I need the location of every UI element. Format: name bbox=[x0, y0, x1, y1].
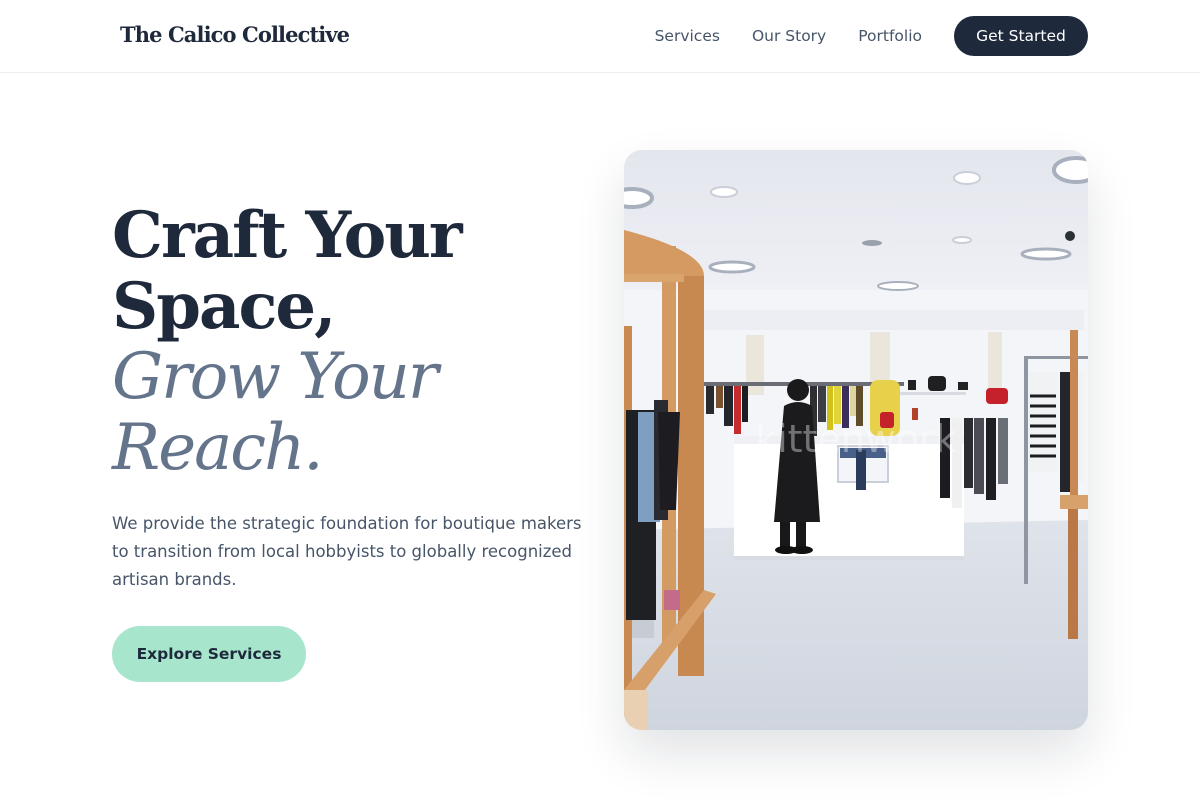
hero-store-photo: kittenwork bbox=[624, 150, 1088, 730]
hero-title-line-2: Space, bbox=[112, 269, 336, 344]
hero-description: We provide the strategic foundation for … bbox=[112, 514, 582, 589]
brand-logo[interactable]: The Calico Collective bbox=[120, 22, 350, 47]
get-started-button[interactable]: Get Started bbox=[954, 16, 1088, 56]
nav-link-our-story[interactable]: Our Story bbox=[752, 27, 826, 45]
image-watermark: kittenwork bbox=[755, 417, 957, 461]
explore-services-button[interactable]: Explore Services bbox=[112, 626, 306, 682]
hero-title-line-1: Craft Your bbox=[112, 198, 463, 273]
nav-link-portfolio[interactable]: Portfolio bbox=[858, 27, 922, 45]
nav-link-services[interactable]: Services bbox=[655, 27, 720, 45]
hero-accent-line-1: Grow Your bbox=[112, 340, 438, 414]
hero-accent-line-2: Reach. bbox=[112, 411, 324, 485]
site-header: The Calico Collective Services Our Story… bbox=[0, 0, 1200, 73]
main-nav: Services Our Story Portfolio Get Started bbox=[655, 0, 1088, 72]
hero-title: Craft Your Space, Grow Your Reach. bbox=[112, 198, 463, 485]
